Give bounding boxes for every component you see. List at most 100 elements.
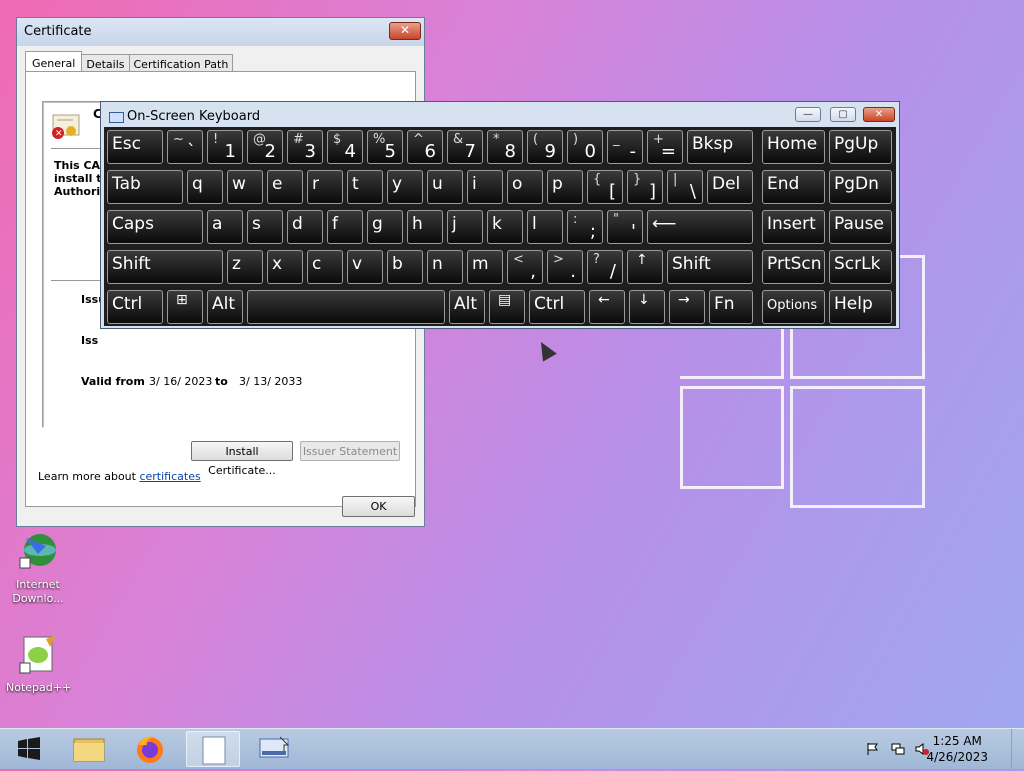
key-r[interactable]: r xyxy=(307,170,343,204)
key-sym2-11[interactable]: " ' xyxy=(607,210,643,244)
key-sym3-9[interactable]: >. xyxy=(547,250,583,284)
desktop-icon-notepad-plus-plus[interactable]: Notepad++ xyxy=(6,633,71,695)
key-sym4-8[interactable]: ↓ xyxy=(629,290,665,324)
minimize-button[interactable]: — xyxy=(795,107,821,122)
system-clock[interactable]: 1:25 AM 4/26/2023 xyxy=(926,733,988,765)
key-scrlk[interactable]: ScrLk xyxy=(829,250,892,284)
taskbar-firefox[interactable] xyxy=(123,731,177,767)
install-certificate-button[interactable]: Install Certificate... xyxy=(191,441,293,477)
taskbar-file-explorer[interactable] xyxy=(62,731,116,767)
key-m[interactable]: m xyxy=(467,250,503,284)
key-e[interactable]: e xyxy=(267,170,303,204)
key-u[interactable]: u xyxy=(427,170,463,204)
key-d[interactable]: d xyxy=(287,210,323,244)
key-2[interactable]: @2 xyxy=(247,130,283,164)
key-caps[interactable]: Caps xyxy=(107,210,203,244)
key-sym3-10[interactable]: ? / xyxy=(587,250,623,284)
start-button[interactable] xyxy=(2,731,56,767)
key-v[interactable]: v xyxy=(347,250,383,284)
key-esc[interactable]: Esc xyxy=(107,130,163,164)
key-sym1-13[interactable]: | \ xyxy=(667,170,703,204)
key-sym2-10[interactable]: :; xyxy=(567,210,603,244)
key-del[interactable]: Del xyxy=(707,170,753,204)
desktop-icon-internet-download-manager[interactable]: Internet Downlo... xyxy=(6,530,70,606)
key-options[interactable]: Options xyxy=(762,290,825,324)
key-6[interactable]: ^ 6 xyxy=(407,130,443,164)
key-q[interactable]: q xyxy=(187,170,223,204)
key-sym4-7[interactable]: ← xyxy=(589,290,625,324)
key-f[interactable]: f xyxy=(327,210,363,244)
key-label: Pause xyxy=(834,214,884,234)
key-k[interactable]: k xyxy=(487,210,523,244)
key-x[interactable]: x xyxy=(267,250,303,284)
key-home[interactable]: Home xyxy=(762,130,825,164)
key-a[interactable]: a xyxy=(207,210,243,244)
key-alt[interactable]: Alt xyxy=(207,290,243,324)
close-button[interactable]: ✕ xyxy=(863,107,895,122)
key-7[interactable]: & 7 xyxy=(447,130,483,164)
key-sym4-9[interactable]: → xyxy=(669,290,705,324)
action-center-flag-icon[interactable] xyxy=(866,742,880,756)
key-sym4-1[interactable]: ⊞ xyxy=(167,290,203,324)
key-ctrl[interactable]: Ctrl xyxy=(107,290,163,324)
key-sym1-11[interactable]: {[ xyxy=(587,170,623,204)
key-1[interactable]: ! 1 xyxy=(207,130,243,164)
key-insert[interactable]: Insert xyxy=(762,210,825,244)
key-pause[interactable]: Pause xyxy=(829,210,892,244)
key-tab[interactable]: Tab xyxy=(107,170,183,204)
show-desktop-button[interactable] xyxy=(1011,729,1024,769)
key-s[interactable]: s xyxy=(247,210,283,244)
key-c[interactable]: c xyxy=(307,250,343,284)
key-sym1-12[interactable]: }] xyxy=(627,170,663,204)
key-ctrl[interactable]: Ctrl xyxy=(529,290,585,324)
key-j[interactable]: j xyxy=(447,210,483,244)
key-p[interactable]: p xyxy=(547,170,583,204)
key-9[interactable]: (9 xyxy=(527,130,563,164)
key-i[interactable]: i xyxy=(467,170,503,204)
key-h[interactable]: h xyxy=(407,210,443,244)
key-sym0-13[interactable]: + = xyxy=(647,130,683,164)
key-sym2-12[interactable]: ⟵ xyxy=(647,210,753,244)
osk-title-bar[interactable]: On-Screen Keyboard — ▢ ✕ xyxy=(101,102,899,129)
key-pgup[interactable]: PgUp xyxy=(829,130,892,164)
key-help[interactable]: Help xyxy=(829,290,892,324)
key-shift[interactable]: Shift xyxy=(667,250,753,284)
key-end[interactable]: End xyxy=(762,170,825,204)
key-sym0-1[interactable]: ~ ` xyxy=(167,130,203,164)
key-sym4-5[interactable]: ▤ xyxy=(489,290,525,324)
key-n[interactable]: n xyxy=(427,250,463,284)
certificates-link[interactable]: certificates xyxy=(139,470,200,483)
key-4[interactable]: $4 xyxy=(327,130,363,164)
key-fn[interactable]: Fn xyxy=(709,290,753,324)
taskbar-on-screen-keyboard[interactable] xyxy=(248,731,302,767)
key-sym3-8[interactable]: <, xyxy=(507,250,543,284)
taskbar-certificate-window[interactable] xyxy=(186,731,240,767)
key-pgdn[interactable]: PgDn xyxy=(829,170,892,204)
key-y[interactable]: y xyxy=(387,170,423,204)
key-w[interactable]: w xyxy=(227,170,263,204)
certificate-title-bar[interactable]: Certificate ✕ xyxy=(17,18,424,46)
key-bksp[interactable]: Bksp xyxy=(687,130,753,164)
key-0[interactable]: ) 0 xyxy=(567,130,603,164)
key-shift[interactable]: Shift xyxy=(107,250,223,284)
ok-button[interactable]: OK xyxy=(342,496,415,517)
key-z[interactable]: z xyxy=(227,250,263,284)
network-icon[interactable] xyxy=(891,742,905,756)
key-sym0-12[interactable]: _ - xyxy=(607,130,643,164)
issuer-statement-button[interactable]: Issuer Statement xyxy=(300,441,400,461)
key-alt[interactable]: Alt xyxy=(449,290,485,324)
key-prtscn[interactable]: PrtScn xyxy=(762,250,825,284)
key-sym3-11[interactable]: ↑ xyxy=(627,250,663,284)
key-b[interactable]: b xyxy=(387,250,423,284)
key-8[interactable]: * 8 xyxy=(487,130,523,164)
key-5[interactable]: % 5 xyxy=(367,130,403,164)
key-space[interactable] xyxy=(247,290,445,324)
key-l[interactable]: l xyxy=(527,210,563,244)
key-o[interactable]: o xyxy=(507,170,543,204)
key-3[interactable]: #3 xyxy=(287,130,323,164)
key-g[interactable]: g xyxy=(367,210,403,244)
maximize-button[interactable]: ▢ xyxy=(830,107,856,122)
key-t[interactable]: t xyxy=(347,170,383,204)
close-button[interactable]: ✕ xyxy=(389,22,421,40)
key-label: Insert xyxy=(767,214,816,234)
